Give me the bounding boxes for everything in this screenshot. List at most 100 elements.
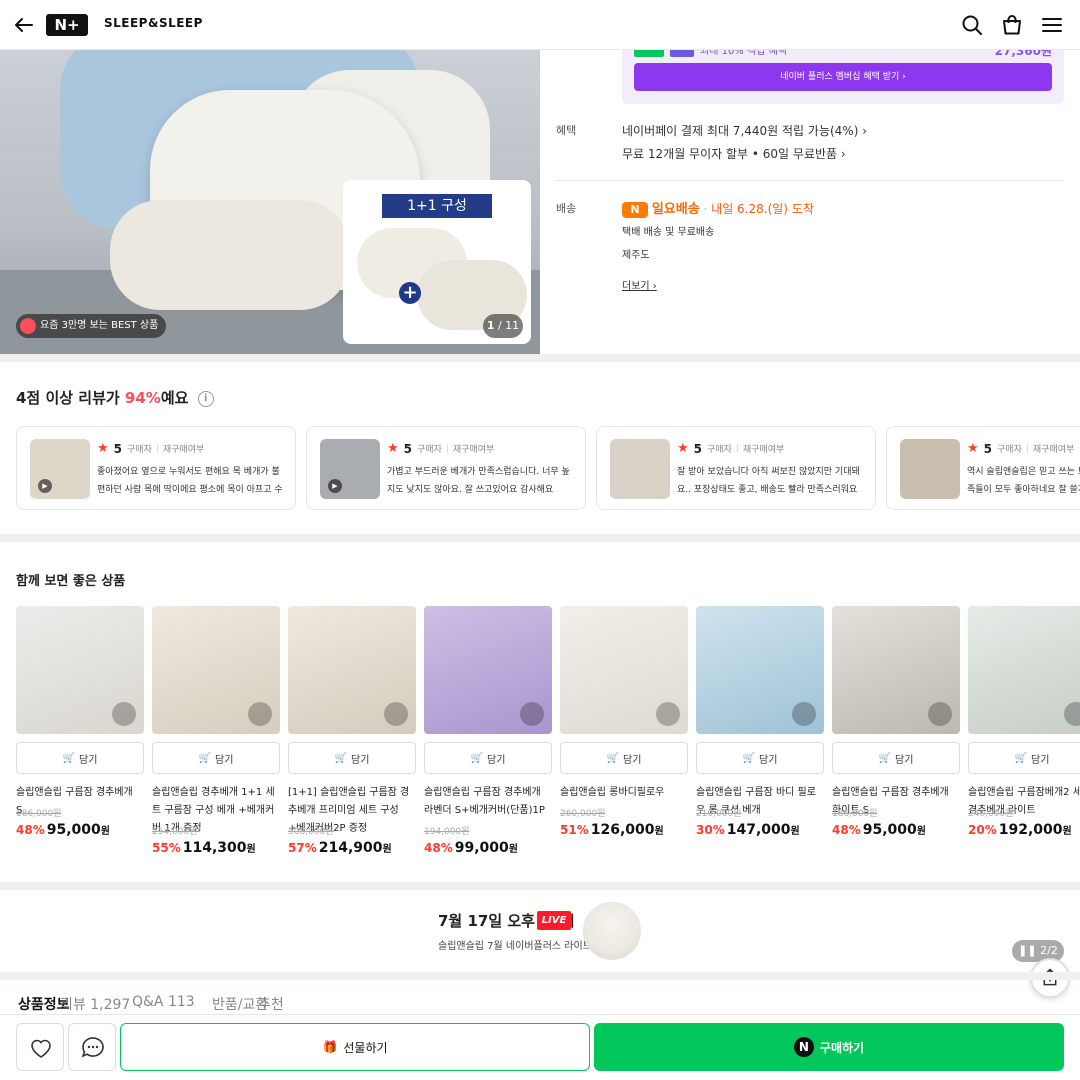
review-thumbnail: ▶ (320, 439, 380, 499)
cart-icon: 🛒 (878, 752, 892, 764)
original-price: 186,000원 (832, 809, 878, 819)
heart-icon[interactable] (928, 702, 952, 726)
benefit-points-link[interactable]: 네이버페이 결제 최대 7,440원 적립 가능(4%) › (622, 122, 867, 139)
sale-price: 20% 192,000원 (968, 822, 1072, 838)
review-card[interactable]: ★5구매자재구매여부 역시 슬립앤슬립은 믿고 쓰는 브랜드 같아요! 가족들이… (886, 426, 1080, 510)
npay-n-icon: N (793, 1037, 814, 1057)
buy-button[interactable]: N 구매하기 (594, 1023, 1064, 1071)
sale-price: 55% 114,300원 (152, 840, 256, 856)
best-badge: 요즘 3만명 보는 BEST 상품 (16, 314, 167, 338)
product-main-image[interactable]: 요즘 3만명 보는 BEST 상품 1+1 구성 + 1 / 11 (0, 50, 540, 354)
chat-bubble-icon (81, 1037, 104, 1058)
product-image[interactable] (968, 606, 1080, 734)
product-image[interactable] (832, 606, 960, 734)
sale-price: 57% 214,900원 (288, 840, 392, 856)
tab-reviews[interactable]: 리뷰 1,297 (60, 994, 130, 1014)
star-icon: ★ (677, 441, 689, 456)
sale-price: 51% 126,000원 (560, 822, 664, 838)
product-image[interactable] (288, 606, 416, 734)
chat-button[interactable] (68, 1023, 116, 1071)
sale-price: 48% 95,000원 (16, 822, 110, 838)
cart-icon: 🛒 (198, 752, 212, 764)
delivery-more-link[interactable]: 더보기 › (622, 277, 657, 292)
brand-logo[interactable]: SLEEP&SLEEP (104, 16, 203, 30)
live-badge: LIVE (537, 911, 571, 930)
review-card[interactable]: ▶ ★ 5 구매자 재구매여부 좋아졌어요 옆으로 누워서도 편해요 목 베개가 불편… (16, 426, 296, 510)
sale-price: 48% 95,000원 (832, 822, 926, 838)
heart-icon[interactable] (384, 702, 408, 726)
benefit-installment-link[interactable]: 무료 12개월 무이자 할부 • 60일 무료반품 › (622, 145, 846, 162)
info-icon[interactable]: i (197, 390, 214, 407)
add-to-cart-button[interactable]: 🛒 담기 (288, 742, 416, 774)
wishlist-button[interactable] (16, 1023, 64, 1071)
review-text: 가볍고 부드러운 베개가 만족스럽습니다. 너무 높지도 낮지도 않아요. 잘 … (387, 467, 570, 495)
bundle-title: 1+1 구성 (382, 194, 492, 218)
product-name: 슬립앤슬립 구름잠 경추베개 라벤더 S+베개커버(단품)1P (424, 787, 545, 816)
benefit-label: 혜택 (556, 124, 577, 137)
tab-qna[interactable]: Q&A 113 (132, 994, 195, 1010)
nplus-logo[interactable]: N+ (46, 14, 88, 36)
add-to-cart-button[interactable]: 🛒 담기 (152, 742, 280, 774)
plus-icon: + (399, 282, 421, 304)
original-price: 210,000원 (696, 809, 742, 819)
review-thumbnail: ▶ (30, 439, 90, 499)
delivery-name: 일요배송 (651, 202, 700, 217)
delivery-method: 택배 배송 및 무료배송 (622, 227, 715, 238)
heart-icon[interactable] (1064, 702, 1080, 726)
tab-recommend[interactable]: 추천 (258, 994, 284, 1014)
back-arrow-icon[interactable] (12, 13, 36, 37)
related-products-heading: 함께 보면 좋은 상품 (16, 574, 126, 589)
add-to-cart-button[interactable]: 🛒 담기 (560, 742, 688, 774)
gift-icon: 🎁 (322, 1040, 338, 1054)
gift-button[interactable]: 🎁 선물하기 (120, 1023, 590, 1071)
search-icon[interactable] (960, 13, 984, 37)
product-image[interactable] (152, 606, 280, 734)
review-card[interactable]: ▶ ★ 5 구매자 재구매여부 가볍고 부드러운 베개가 만족스럽습니다. 너무 높지… (306, 426, 586, 510)
heart-icon[interactable] (248, 702, 272, 726)
delivery-date: 내일 6.28.(일) 도착 (711, 202, 814, 216)
gift-icon (20, 318, 36, 334)
cart-icon: 🛒 (334, 752, 348, 764)
star-icon: ★ (97, 441, 109, 456)
add-to-cart-button[interactable]: 🛒 담기 (424, 742, 552, 774)
star-icon: ★ (387, 441, 399, 456)
add-to-cart-button[interactable]: 🛒 담기 (968, 742, 1080, 774)
best-badge-text: 요즘 3만명 보는 BEST 상품 (40, 320, 159, 331)
heart-icon[interactable] (792, 702, 816, 726)
review-text: 역시 슬립앤슬립은 믿고 쓰는 브랜드 같아요! 가족들이 모두 좋아하네요 잘… (967, 467, 1080, 495)
delivery-label: 배송 (556, 202, 577, 215)
product-image[interactable] (696, 606, 824, 734)
cart-icon: 🛒 (606, 752, 620, 764)
product-image[interactable] (424, 606, 552, 734)
cart-icon: 🛒 (470, 752, 484, 764)
delivery-region: 제주도 (622, 250, 650, 261)
add-to-cart-button[interactable]: 🛒 담기 (16, 742, 144, 774)
shopping-bag-icon[interactable] (1000, 13, 1024, 37)
heart-icon[interactable] (520, 702, 544, 726)
heart-icon[interactable] (112, 702, 136, 726)
cart-icon: 🛒 (1014, 752, 1028, 764)
heart-icon (31, 1039, 51, 1058)
product-image[interactable] (16, 606, 144, 734)
heart-icon[interactable] (656, 702, 680, 726)
review-summary: 4점 이상 리뷰가 94%예요 i (16, 387, 214, 408)
review-thumbnail (900, 439, 960, 499)
delivery-n-icon: N (622, 201, 648, 218)
live-thumbnail[interactable] (583, 902, 641, 960)
menu-icon[interactable] (1040, 13, 1064, 37)
product-image[interactable] (560, 606, 688, 734)
original-price: 240,000원 (968, 809, 1014, 819)
add-to-cart-button[interactable]: 🛒 담기 (696, 742, 824, 774)
review-card[interactable]: ★ 5 구매자 재구매여부 잘 받아 보았습니다 아직 써보진 않았지만 기대돼요..… (596, 426, 876, 510)
star-icon: ★ (967, 441, 979, 456)
add-to-cart-button[interactable]: 🛒 담기 (832, 742, 960, 774)
original-price: 254,000원 (152, 827, 198, 837)
cart-icon: 🛒 (62, 752, 76, 764)
review-text: 잘 받아 보았습니다 아직 써보진 않았지만 기대돼요.. 포장상태도 좋고, … (677, 467, 860, 495)
image-page-indicator: 1 / 11 (483, 314, 523, 338)
sale-price: 30% 147,000원 (696, 822, 800, 838)
play-icon: ▶ (328, 479, 342, 493)
original-price: 260,000원 (560, 809, 606, 819)
membership-benefit-button[interactable]: 네이버 플러스 멤버십 혜택 받기 › (634, 63, 1052, 91)
original-price: 186,000원 (16, 809, 62, 819)
